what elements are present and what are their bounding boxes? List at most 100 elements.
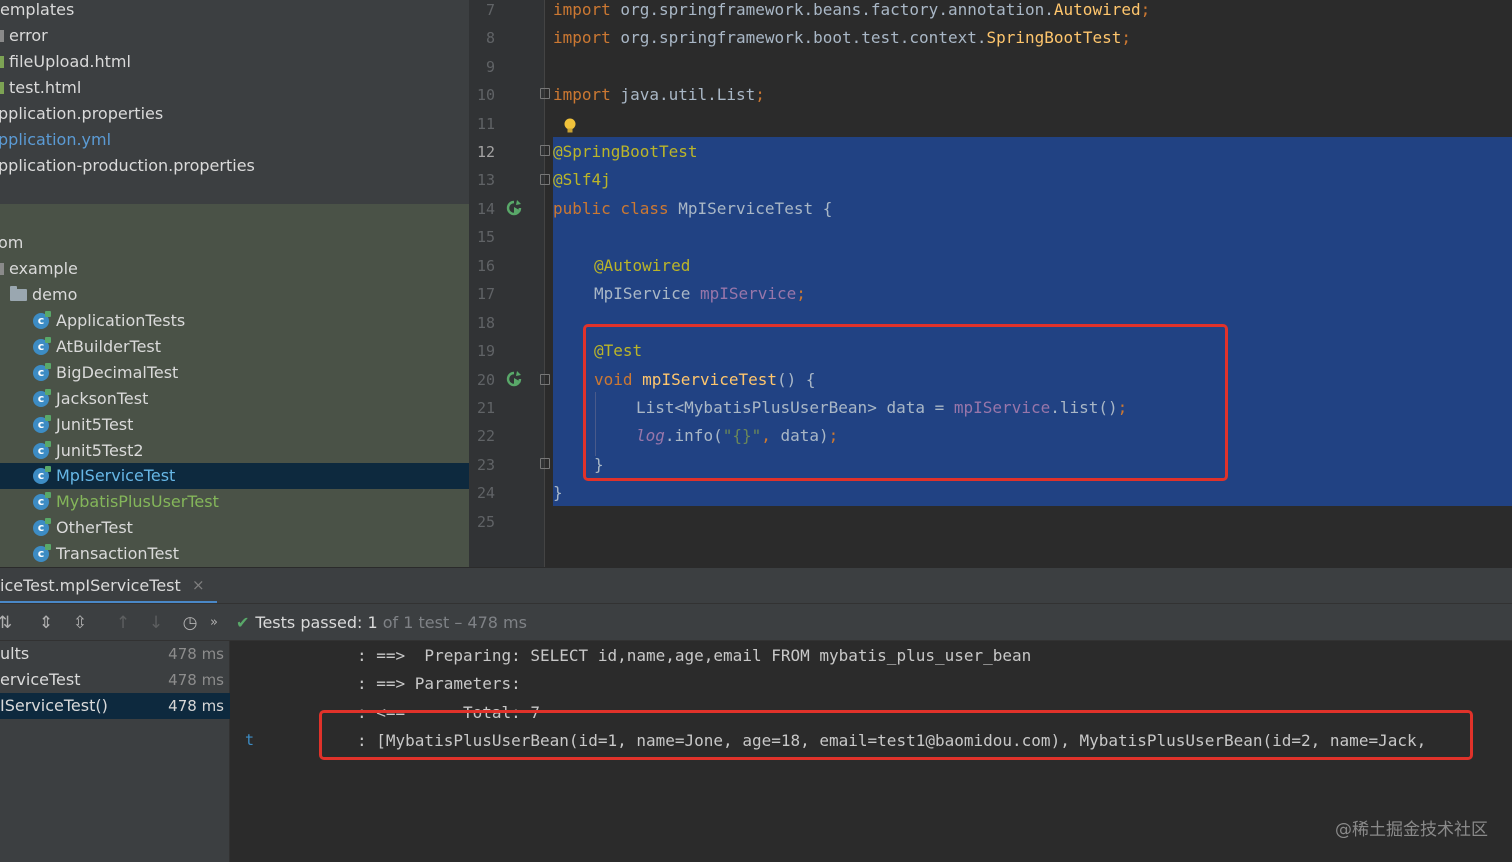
intention-bulb-icon[interactable]	[564, 118, 576, 134]
tree-item-applicationtests[interactable]: c ApplicationTests	[0, 308, 469, 334]
current-line-number: 12	[476, 143, 495, 161]
test-node-duration: 478 ms	[168, 697, 224, 715]
tree-item-label: ApplicationTests	[56, 311, 186, 330]
status-prefix: Tests passed:	[255, 613, 368, 632]
sort-icon[interactable]: ⇅	[0, 612, 16, 634]
test-class-icon: c	[33, 544, 51, 562]
line-number: 8	[485, 29, 495, 47]
previous-failed-icon[interactable]: ↑	[112, 612, 134, 634]
line-number: 15	[476, 228, 495, 246]
code-punct: ;	[1121, 28, 1131, 47]
tree-item-label: JacksonTest	[56, 389, 149, 408]
test-class-icon: c	[33, 492, 51, 510]
line-number: 9	[485, 58, 495, 76]
line-number: 13	[476, 171, 495, 189]
tree-item-label: MybatisPlusUserTest	[56, 492, 219, 511]
tree-item-fileupload-html[interactable]: fileUpload.html	[0, 49, 469, 75]
code-text: java.util.List	[610, 85, 756, 104]
folder-icon	[0, 30, 4, 42]
test-node-name: IServiceTest()	[0, 696, 108, 715]
test-node-class[interactable]: erviceTest 478 ms	[0, 667, 230, 693]
line-number: 18	[476, 314, 495, 332]
run-test-method-icon[interactable]	[505, 370, 523, 388]
tree-item-junit5test[interactable]: c Junit5Test	[0, 412, 469, 438]
code-field: mpIService	[699, 284, 797, 303]
tree-item-bigdecimaltest[interactable]: c BigDecimalTest	[0, 360, 469, 386]
code-line-8: import org.springframework.boot.test.con…	[553, 28, 1131, 48]
run-tab[interactable]: iceTest.mpIServiceTest ×	[0, 568, 217, 604]
tree-item-junit5test2[interactable]: c Junit5Test2	[0, 438, 469, 464]
run-test-class-icon[interactable]	[505, 199, 523, 217]
test-class-icon: c	[33, 466, 51, 484]
collapse-all-icon[interactable]: ⇳	[69, 612, 91, 634]
code-line-10: import java.util.List;	[553, 85, 765, 105]
tree-item-application-properties[interactable]: pplication.properties	[0, 101, 469, 127]
line-number: 21	[476, 399, 495, 417]
console-gutter-mark: t	[245, 731, 255, 749]
tests-status: ✔ Tests passed: 1 of 1 test – 478 ms	[236, 613, 527, 632]
code-line-7: import org.springframework.beans.factory…	[553, 0, 1150, 20]
test-class-icon: c	[33, 441, 51, 459]
watermark: @稀土掘金技术社区	[1335, 820, 1488, 840]
tree-item-mpiservicetest[interactable]: c MpIServiceTest	[0, 463, 469, 489]
code-line-14: public class MpIServiceTest {	[553, 199, 832, 219]
line-number: 20	[476, 371, 495, 389]
tree-item-atbuildertest[interactable]: c AtBuilderTest	[0, 334, 469, 360]
test-node-method[interactable]: IServiceTest() 478 ms	[0, 693, 230, 719]
highlight-box-query-result	[319, 710, 1473, 760]
run-tab-label: iceTest.mpIServiceTest	[0, 576, 181, 595]
tree-item-example[interactable]: example	[0, 256, 469, 282]
code-punct: ;	[755, 85, 765, 104]
test-class-icon: c	[33, 518, 51, 536]
run-toolbar: ⇅ ⇕ ⇳ ↑ ↓ ◷ » ✔ Tests passed: 1 of 1 test…	[0, 603, 1512, 641]
test-node-name: ults	[0, 644, 30, 663]
fold-marker-icon[interactable]	[540, 174, 550, 185]
fold-marker-icon[interactable]	[540, 374, 550, 385]
tree-item-demo[interactable]: demo	[0, 282, 469, 308]
line-number: 19	[476, 342, 495, 360]
tree-item-mybatisplususertest[interactable]: c MybatisPlusUserTest	[0, 489, 469, 515]
tree-item-label: pplication.yml	[0, 130, 112, 149]
tree-item-label: pplication.properties	[0, 104, 164, 123]
code-line-13: @Slf4j	[553, 170, 611, 189]
tree-item-application-yml[interactable]: pplication.yml	[0, 127, 469, 153]
tree-item-application-production-properties[interactable]: pplication-production.properties	[0, 153, 469, 179]
package-folder-icon	[10, 286, 27, 301]
tree-item-othertest[interactable]: c OtherTest	[0, 515, 469, 541]
tree-item-label: emplates	[0, 0, 75, 19]
tree-item-label: AtBuilderTest	[56, 337, 162, 356]
tree-item-jacksontest[interactable]: c JacksonTest	[0, 386, 469, 412]
tree-item-label: TransactionTest	[56, 544, 180, 563]
close-icon[interactable]: ×	[192, 576, 205, 594]
more-icon[interactable]: »	[207, 612, 221, 634]
fold-marker-icon[interactable]	[540, 88, 550, 99]
tree-item-error[interactable]: error	[0, 23, 469, 49]
fold-marker-icon[interactable]	[540, 145, 550, 156]
code-line-16: @Autowired	[594, 256, 691, 275]
test-class-icon: c	[33, 389, 51, 407]
tree-item-transactiontest[interactable]: c TransactionTest	[0, 541, 469, 567]
line-number: 24	[476, 484, 495, 502]
line-number: 17	[476, 285, 495, 303]
test-node-duration: 478 ms	[168, 645, 224, 663]
tree-item-label: test.html	[9, 78, 82, 97]
expand-all-icon[interactable]: ⇕	[35, 612, 57, 634]
test-class-icon: c	[33, 311, 51, 329]
fold-marker-icon[interactable]	[540, 458, 550, 469]
tree-item-test-html[interactable]: test.html	[0, 75, 469, 101]
line-number: 10	[476, 86, 495, 104]
line-number: 14	[476, 200, 495, 218]
next-failed-icon[interactable]: ↓	[145, 612, 167, 634]
check-icon: ✔	[236, 613, 250, 632]
line-number: 23	[476, 456, 495, 474]
status-count: 1	[367, 613, 378, 632]
tree-item-label: OtherTest	[56, 518, 133, 537]
tree-item-templates[interactable]: emplates	[0, 0, 469, 23]
html-file-icon	[0, 82, 4, 94]
package-icon	[0, 263, 4, 275]
tree-item-com[interactable]: om	[0, 230, 469, 256]
tree-item-label: example	[9, 259, 78, 278]
tree-item-label: demo	[32, 285, 78, 304]
history-icon[interactable]: ◷	[179, 612, 201, 634]
test-node-results[interactable]: ults 478 ms	[0, 641, 230, 667]
